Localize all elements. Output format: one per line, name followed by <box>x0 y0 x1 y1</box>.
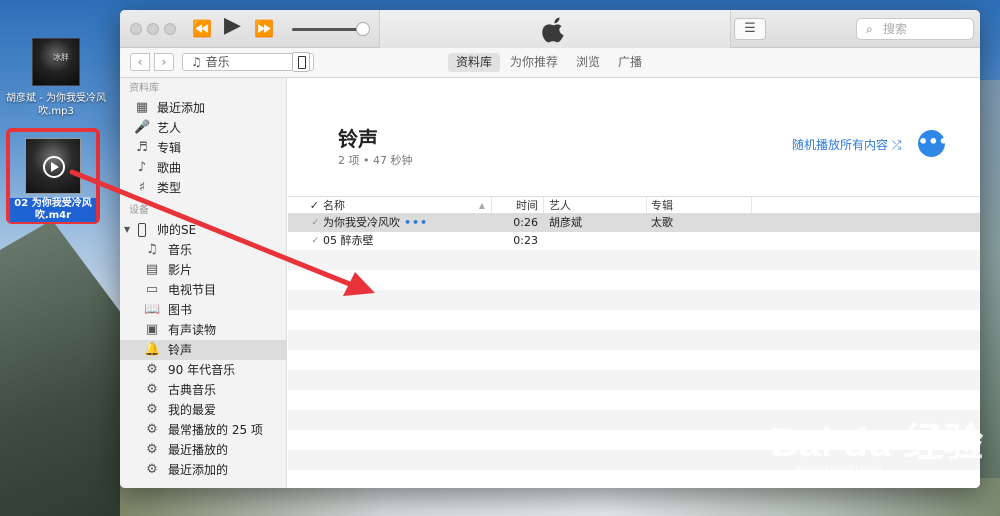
watermark-url: jingyan.baidu.com <box>793 463 882 475</box>
baidu-watermark-logo: Bai du 经验 <box>770 421 984 465</box>
